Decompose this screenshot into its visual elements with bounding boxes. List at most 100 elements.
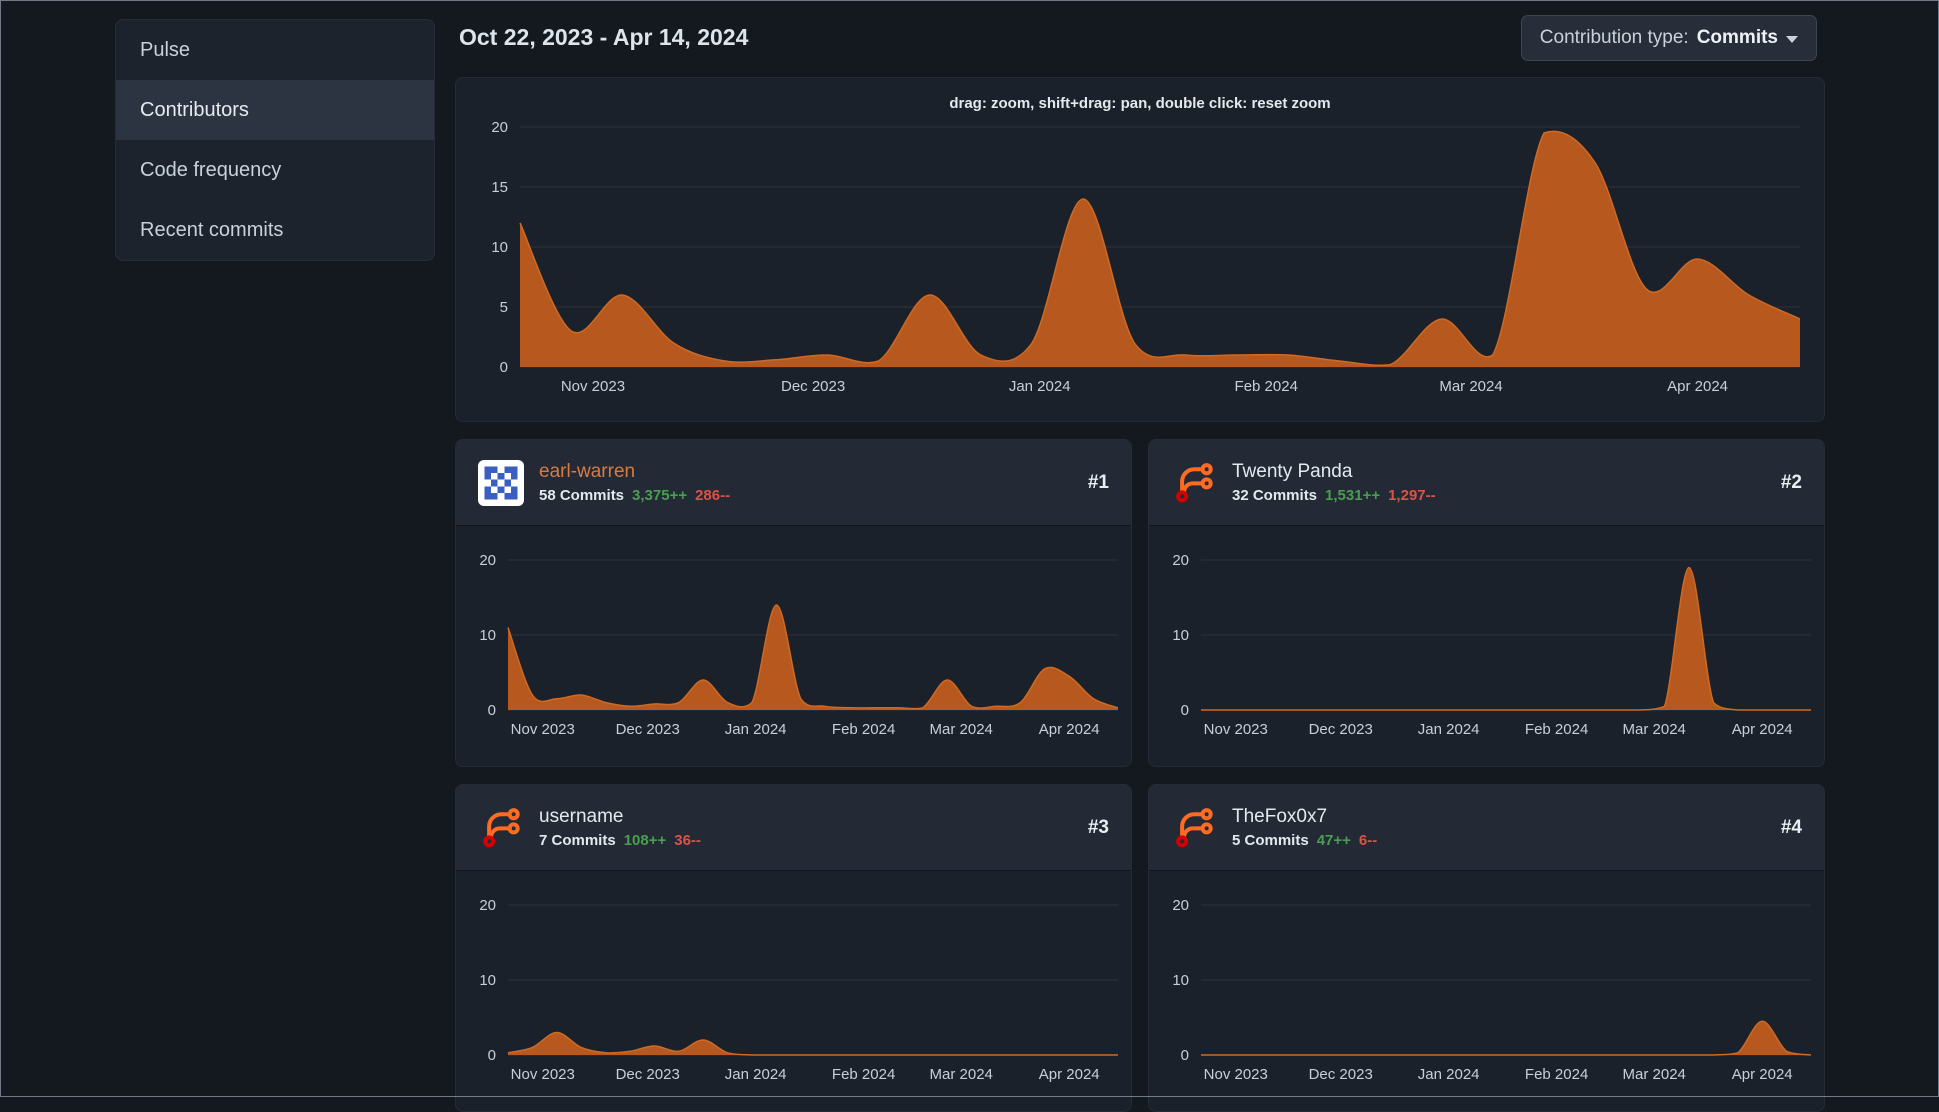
svg-text:Mar 2024: Mar 2024 [1623,721,1686,738]
contributor-stats: 7 Commits 108++ 36-- [539,832,701,849]
svg-text:20: 20 [479,552,496,569]
contributors-main-content: Oct 22, 2023 - Apr 14, 2024 Contribution… [455,0,1825,1112]
svg-text:0: 0 [488,1047,496,1064]
svg-text:Nov 2023: Nov 2023 [1204,721,1268,738]
commit-count: 7 Commits [539,832,616,849]
svg-text:0: 0 [500,359,508,376]
svg-text:Dec 2023: Dec 2023 [616,1066,680,1083]
contributor-name: Twenty Panda [1232,461,1353,482]
svg-text:Feb 2024: Feb 2024 [1235,378,1298,395]
identicon-avatar [478,459,524,506]
svg-text:Mar 2024: Mar 2024 [1439,378,1502,395]
sidebar-item-recent-commits[interactable]: Recent commits [116,200,434,260]
svg-text:Apr 2024: Apr 2024 [1732,1066,1793,1083]
contributions-area-chart[interactable]: 0 5 10 15 20 Nov 2023 Dec 2023 Jan 2024 Feb 2024… [456,78,1824,421]
svg-text:Apr 2024: Apr 2024 [1039,721,1100,738]
svg-text:Feb 2024: Feb 2024 [832,1066,895,1083]
forgejo-logo-avatar [478,805,524,851]
svg-text:5: 5 [500,299,508,316]
svg-text:0: 0 [1181,1047,1189,1064]
contribution-type-dropdown[interactable]: Contribution type: Commits [1520,15,1817,61]
contributors-sidebar-menu: Pulse Contributors Code frequency Recent… [115,19,435,261]
forgejo-logo-avatar [1171,805,1217,851]
svg-text:15: 15 [491,179,508,196]
contributor-card-header: TheFox0x7 5 Commits 47++ 6-- #4 [1149,785,1824,871]
svg-text:10: 10 [1172,627,1189,644]
contributor-area-chart[interactable]: 0 10 20 Nov 2023 Dec 2023 Jan 2024 Feb 2024 Mar… [1149,871,1824,1111]
svg-text:Nov 2023: Nov 2023 [511,1066,575,1083]
contributor-info: username 7 Commits 108++ 36-- [539,806,701,849]
svg-text:Jan 2024: Jan 2024 [1418,1066,1480,1083]
sidebar-item-contributors[interactable]: Contributors [116,80,434,140]
svg-text:Jan 2024: Jan 2024 [725,721,787,738]
contributor-info: Twenty Panda 32 Commits 1,531++ 1,297-- [1232,461,1436,504]
contributor-name: TheFox0x7 [1232,806,1328,827]
contribution-type-label: Contribution type: [1539,27,1689,48]
svg-text:Mar 2024: Mar 2024 [1623,1066,1686,1083]
svg-text:Dec 2023: Dec 2023 [1309,721,1373,738]
deletions-count: 6-- [1358,832,1378,849]
contributor-info: TheFox0x7 5 Commits 47++ 6-- [1232,806,1377,849]
contributor-card-header: username 7 Commits 108++ 36-- #3 [456,785,1131,871]
rank-badge: #4 [1780,816,1802,838]
additions-count: 3,375++ [632,487,688,504]
contributor-card: earl-warren 58 Commits 3,375++ 286-- #1 … [455,439,1132,767]
contributor-name: username [539,806,624,827]
svg-text:Feb 2024: Feb 2024 [1525,721,1588,738]
svg-text:10: 10 [491,239,508,256]
contributor-card-header: Twenty Panda 32 Commits 1,531++ 1,297-- … [1149,440,1824,526]
contributions-chart-panel: drag: zoom, shift+drag: pan, double clic… [455,77,1825,422]
additions-count: 1,531++ [1325,487,1381,504]
contributor-stats: 32 Commits 1,531++ 1,297-- [1232,487,1436,504]
svg-text:Apr 2024: Apr 2024 [1667,378,1728,395]
svg-text:0: 0 [488,702,496,719]
svg-text:Jan 2024: Jan 2024 [1418,721,1480,738]
svg-text:10: 10 [479,627,496,644]
svg-text:20: 20 [479,897,496,914]
svg-text:20: 20 [491,119,508,136]
additions-count: 47++ [1316,832,1351,849]
contributor-info: earl-warren 58 Commits 3,375++ 286-- [539,461,730,504]
svg-text:Dec 2023: Dec 2023 [1309,1066,1373,1083]
commit-count: 32 Commits [1232,487,1318,504]
rank-badge: #2 [1780,471,1802,493]
svg-text:20: 20 [1172,552,1189,569]
svg-text:Mar 2024: Mar 2024 [930,1066,993,1083]
svg-text:10: 10 [1172,972,1189,989]
contributor-name-link[interactable]: earl-warren [539,461,730,483]
date-range-title: Oct 22, 2023 - Apr 14, 2024 [459,24,749,50]
commit-count: 5 Commits [1232,832,1309,849]
contribution-type-value: Commits [1696,27,1778,48]
contributor-card: TheFox0x7 5 Commits 47++ 6-- #4 0 10 20 Nov… [1148,784,1825,1112]
svg-text:20: 20 [1172,897,1189,914]
contributor-area-chart[interactable]: 0 10 20 Nov 2023 Dec 2023 Jan 2024 Feb 2024 Mar… [1149,526,1824,766]
svg-text:Dec 2023: Dec 2023 [616,721,680,738]
contributor-card-header: earl-warren 58 Commits 3,375++ 286-- #1 [456,440,1131,526]
contributor-stats: 58 Commits 3,375++ 286-- [539,487,730,504]
svg-text:0: 0 [1181,702,1189,719]
svg-text:Jan 2024: Jan 2024 [1009,378,1071,395]
deletions-count: 1,297-- [1388,487,1436,504]
contributor-area-chart[interactable]: 0 10 20 Nov 2023 Dec 2023 Jan 2024 Feb 2024 Mar… [456,871,1131,1111]
svg-text:Feb 2024: Feb 2024 [1525,1066,1588,1083]
commit-count: 58 Commits [539,487,625,504]
chart-zoom-hint: drag: zoom, shift+drag: pan, double clic… [949,95,1331,112]
sidebar-item-pulse[interactable]: Pulse [116,20,434,80]
forgejo-logo-avatar [1171,460,1217,506]
rank-badge: #3 [1087,816,1109,838]
svg-text:Nov 2023: Nov 2023 [1204,1066,1268,1083]
sidebar-item-code-frequency[interactable]: Code frequency [116,140,434,200]
contributor-card: username 7 Commits 108++ 36-- #3 0 10 20 No… [455,784,1132,1112]
additions-count: 108++ [623,832,667,849]
deletions-count: 36-- [674,832,701,849]
rank-badge: #1 [1087,471,1109,493]
contributor-area-chart[interactable]: 0 10 20 Nov 2023 Dec 2023 Jan 2024 Feb 2024 Mar… [456,526,1131,766]
svg-text:Jan 2024: Jan 2024 [725,1066,787,1083]
svg-text:Apr 2024: Apr 2024 [1732,721,1793,738]
svg-text:Apr 2024: Apr 2024 [1039,1066,1100,1083]
svg-text:Mar 2024: Mar 2024 [930,721,993,738]
svg-text:Nov 2023: Nov 2023 [561,378,625,395]
chevron-down-icon [1786,36,1798,43]
svg-text:Dec 2023: Dec 2023 [781,378,845,395]
svg-text:Nov 2023: Nov 2023 [511,721,575,738]
